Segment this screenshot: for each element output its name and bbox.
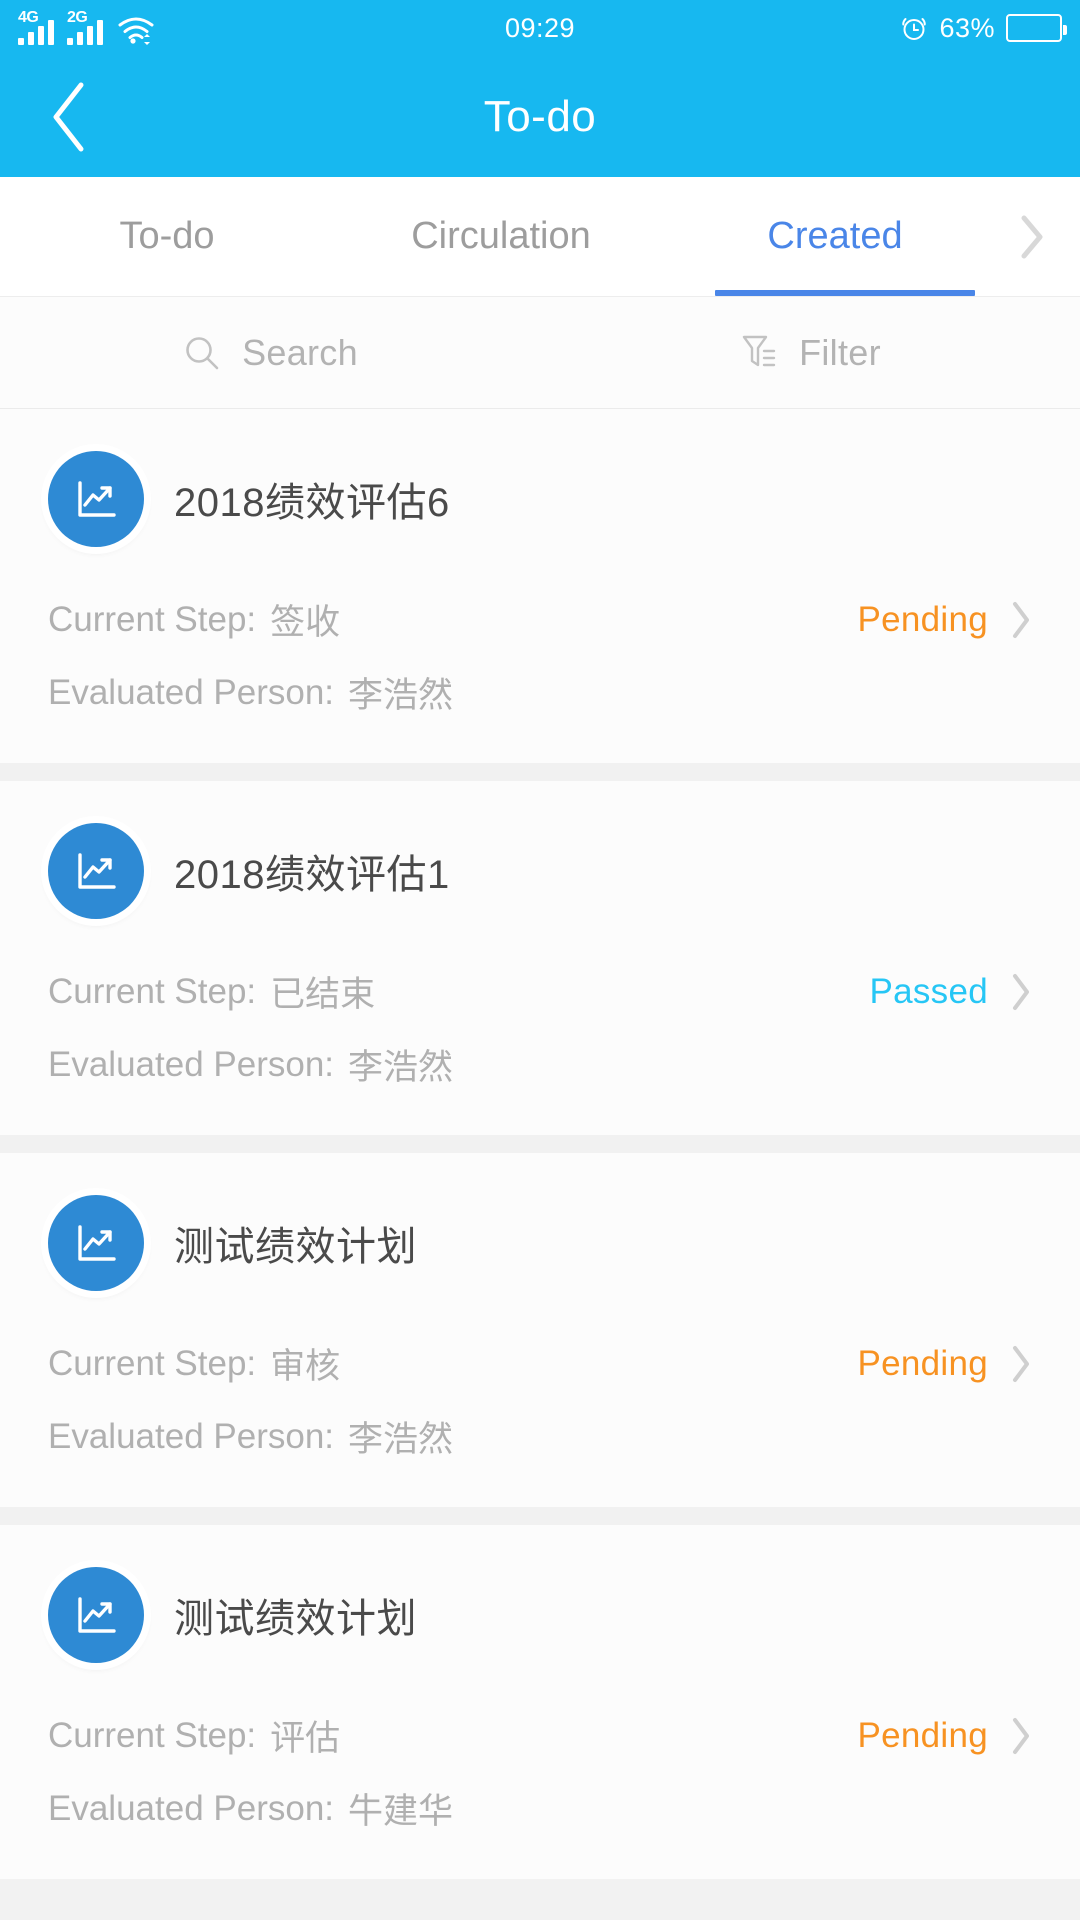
todo-list: 2018绩效评估6 Current Step: 签收 Pending Evalu… xyxy=(0,409,1080,1879)
chevron-right-icon xyxy=(1013,1717,1029,1754)
list-item-3[interactable]: 测试绩效计划 Current Step: 审核 Pending Evaluate… xyxy=(0,1153,1080,1507)
chevron-left-icon xyxy=(53,82,84,151)
list-item-4[interactable]: 测试绩效计划 Current Step: 评估 Pending Evaluate… xyxy=(0,1525,1080,1879)
list-item-title: 2018绩效评估6 xyxy=(174,481,450,525)
battery-percent-label: 63% xyxy=(939,12,995,43)
tabs-more-button[interactable] xyxy=(1002,177,1080,296)
page-title: To-do xyxy=(483,91,597,141)
list-item-2[interactable]: 2018绩效评估1 Current Step: 已结束 Passed Evalu… xyxy=(0,781,1080,1135)
chart-trending-up-icon xyxy=(48,823,144,919)
list-item-person-row: Evaluated Person: 李浩然 xyxy=(48,656,1032,729)
tab-todo-label: To-do xyxy=(119,215,215,257)
step-value: 审核 xyxy=(270,1347,341,1386)
tab-bar: To-do Circulation Created xyxy=(0,177,1080,297)
tab-created[interactable]: Created xyxy=(668,177,1002,296)
back-button[interactable] xyxy=(30,77,110,157)
status-bar-right: 63% xyxy=(900,12,1067,44)
list-item-open-button[interactable] xyxy=(1010,1344,1032,1384)
nav-bar: To-do xyxy=(0,56,1080,177)
step-label: Current Step: xyxy=(48,1343,257,1383)
chart-trending-up-icon xyxy=(48,451,144,547)
list-item-title: 测试绩效计划 xyxy=(174,1225,417,1269)
filter-icon xyxy=(742,335,776,366)
status-badge: Pending xyxy=(857,1715,988,1755)
list-item-step-row: Current Step: 审核 Pending xyxy=(48,1327,1032,1400)
step-label: Current Step: xyxy=(48,971,257,1011)
person-value: 李浩然 xyxy=(348,676,454,715)
alarm-clock-icon xyxy=(902,18,927,40)
list-item-1[interactable]: 2018绩效评估6 Current Step: 签收 Pending Evalu… xyxy=(0,409,1080,763)
list-item-person-row: Evaluated Person: 李浩然 xyxy=(48,1400,1032,1473)
person-label: Evaluated Person: xyxy=(48,1044,335,1084)
step-label: Current Step: xyxy=(48,1715,257,1755)
tab-todo[interactable]: To-do xyxy=(0,177,334,296)
list-item-step-row: Current Step: 已结束 Passed xyxy=(48,955,1032,1028)
person-value: 李浩然 xyxy=(348,1420,454,1459)
search-input[interactable]: Search xyxy=(0,297,540,408)
step-label: Current Step: xyxy=(48,599,257,639)
list-item-title: 测试绩效计划 xyxy=(174,1597,417,1641)
step-value: 已结束 xyxy=(270,975,376,1014)
filter-label: Filter xyxy=(799,331,881,373)
list-item-open-button[interactable] xyxy=(1010,1716,1032,1756)
list-item-step-row: Current Step: 评估 Pending xyxy=(48,1699,1032,1772)
tab-circulation-label: Circulation xyxy=(411,215,591,257)
list-item-open-button[interactable] xyxy=(1010,972,1032,1012)
chevron-right-icon xyxy=(1013,973,1029,1010)
status-badge: Pending xyxy=(857,599,988,639)
status-bar: 4G 2G 09:29 63% xyxy=(0,0,1080,56)
search-filter-bar: Search Filter xyxy=(0,297,1080,409)
search-icon xyxy=(186,336,219,369)
list-item-header: 2018绩效评估6 xyxy=(48,451,1032,547)
chevron-right-icon xyxy=(1013,601,1029,638)
step-value: 签收 xyxy=(270,603,341,642)
person-value: 李浩然 xyxy=(348,1048,454,1087)
list-item-header: 测试绩效计划 xyxy=(48,1195,1032,1291)
chart-trending-up-icon xyxy=(48,1567,144,1663)
tab-created-label: Created xyxy=(767,215,903,257)
list-item-title: 2018绩效评估1 xyxy=(174,853,450,897)
battery-icon xyxy=(1006,14,1067,42)
status-badge: Pending xyxy=(857,1343,988,1383)
chevron-right-icon xyxy=(1021,215,1043,258)
chevron-right-icon xyxy=(1013,1345,1029,1382)
person-label: Evaluated Person: xyxy=(48,1788,335,1828)
person-label: Evaluated Person: xyxy=(48,1416,335,1456)
chart-trending-up-icon xyxy=(48,1195,144,1291)
list-item-step-row: Current Step: 签收 Pending xyxy=(48,583,1032,656)
list-item-open-button[interactable] xyxy=(1010,600,1032,640)
list-item-header: 2018绩效评估1 xyxy=(48,823,1032,919)
filter-button[interactable]: Filter xyxy=(540,297,1080,408)
step-value: 评估 xyxy=(270,1719,341,1758)
status-badge: Passed xyxy=(869,971,988,1011)
search-placeholder: Search xyxy=(242,331,358,373)
list-item-person-row: Evaluated Person: 李浩然 xyxy=(48,1028,1032,1101)
list-item-person-row: Evaluated Person: 牛建华 xyxy=(48,1772,1032,1845)
list-item-header: 测试绩效计划 xyxy=(48,1567,1032,1663)
tab-circulation[interactable]: Circulation xyxy=(334,177,668,296)
person-value: 牛建华 xyxy=(348,1792,454,1831)
person-label: Evaluated Person: xyxy=(48,672,335,712)
